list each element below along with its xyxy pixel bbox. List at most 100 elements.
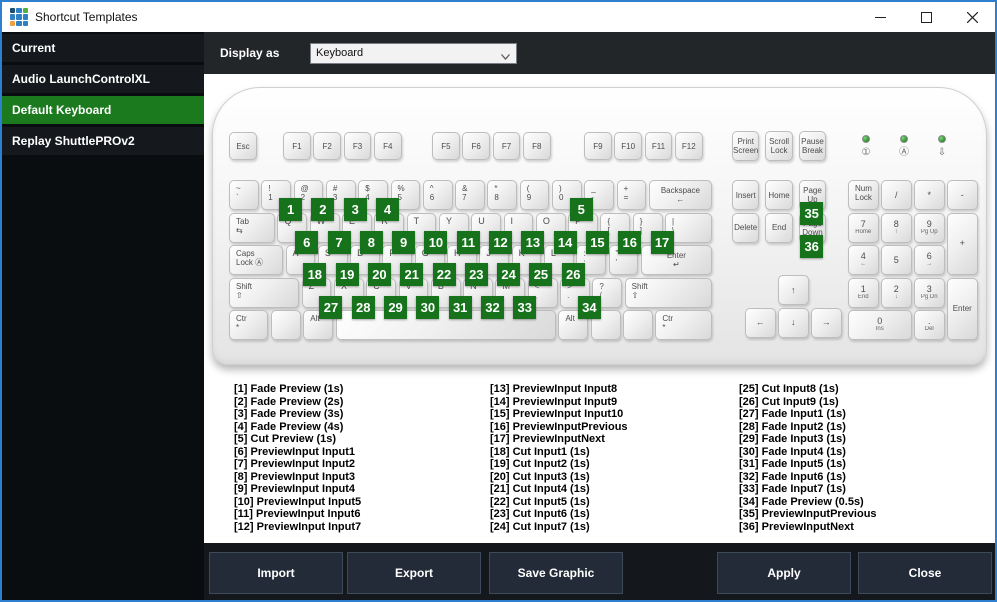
key-label: ⇆: [236, 225, 243, 235]
key-sublabel: →: [926, 261, 933, 267]
key-label: %: [397, 184, 405, 193]
logo-tile: [22, 8, 28, 14]
key-label: Ctr: [236, 314, 247, 323]
display-as-select[interactable]: Keyboard: [310, 42, 517, 64]
keyboard-key-f9: F9: [584, 132, 612, 160]
toolbar: Display as Keyboard: [204, 32, 995, 74]
shortcut-number-badge: 13: [521, 230, 545, 254]
logo-tile: [16, 20, 22, 26]
key-label: 9: [526, 193, 532, 202]
key-label: 5: [397, 193, 402, 202]
maximize-icon: [920, 11, 932, 23]
sidebar-item-default-keyboard[interactable]: Default Keyboard: [2, 96, 204, 124]
keyboard-key-tab: Tab ⇆: [229, 212, 275, 243]
close-button[interactable]: Close: [858, 552, 992, 594]
minimize-button[interactable]: [857, 2, 903, 32]
key-label: Insert: [735, 190, 756, 200]
save-graphic-button[interactable]: Save Graphic: [489, 552, 623, 594]
shortcut-entry: [27] Fade Input1 (1s): [739, 408, 846, 420]
key-label: F10: [621, 141, 636, 151]
keyboard-key-backspace: Backspace ←: [648, 180, 712, 210]
key-label: _: [591, 184, 596, 193]
key-label: 1: [860, 283, 866, 294]
key-label: Lock: [855, 193, 872, 202]
shortcut-list-column-2: [13] PreviewInput Input8 [14] PreviewInpu…: [490, 383, 628, 533]
template-preview-panel: Esc F1 F2 F3 F4 F5 F6 F7 F8 F9 F10 F11 F12 Print Scree…: [204, 74, 995, 543]
window-controls: [857, 2, 995, 32]
sidebar-item-replay-shuttleprov2[interactable]: Replay ShuttlePROv2: [2, 127, 204, 155]
key-sublabel: Pg Up: [920, 228, 938, 235]
shortcut-entry: [5] Cut Preview (1s): [234, 433, 337, 445]
led-glyph-icon: ①: [861, 147, 871, 158]
shortcut-number-badge: 12: [489, 230, 513, 254]
key-label: (: [526, 184, 530, 193]
key-label: +: [959, 238, 965, 249]
key-label: 7: [860, 218, 866, 229]
shortcut-number-badge: 25: [529, 263, 553, 286]
shortcut-number-badge: 14: [553, 230, 577, 254]
key-sublabel: Home: [855, 228, 872, 235]
keyboard-key-esc: Esc: [229, 132, 257, 160]
key-label: →: [821, 317, 831, 327]
shortcut-entry: [31] Fade Input5 (1s): [739, 458, 846, 470]
shortcut-entry: [21] Cut Input4 (1s): [490, 483, 590, 495]
shortcut-list-column-1: [1] Fade Preview (1s) [2] Fade Preview (2…: [234, 383, 361, 533]
keyboard-key-7: 7 Home: [848, 212, 879, 243]
shortcut-number-badge: 21: [400, 263, 424, 286]
shortcut-entry: [14] PreviewInput Input9: [490, 395, 618, 408]
maximize-button[interactable]: [903, 2, 949, 32]
keyboard-key-blank: ) 0 5: [552, 180, 593, 221]
shortcut-number-badge: 36: [800, 234, 824, 258]
key-label: F4: [383, 141, 393, 151]
key-label: \: [672, 226, 709, 235]
window-title: Shortcut Templates: [35, 10, 138, 24]
close-button[interactable]: [949, 2, 995, 32]
shortcut-number-badge: 32: [480, 295, 504, 319]
sidebar-item-current[interactable]: Current: [2, 34, 204, 62]
key-label: F12: [681, 141, 696, 151]
content: Display as Keyboard Esc F1 F2 F3 F4 F5 F6 F7 F8 F…: [204, 32, 995, 600]
shortcut-number-badge: 9: [392, 230, 416, 254]
sidebar-item-audio-launchcontrolxl[interactable]: Audio LaunchControlXL: [2, 65, 204, 93]
shortcut-number-badge: 10: [424, 230, 448, 254]
shortcut-number-badge: 24: [497, 263, 521, 286]
shortcut-entry: [7] PreviewInput Input2: [234, 458, 356, 470]
logo-tile: [16, 14, 22, 20]
keyboard-key-scroll: Scroll Lock: [765, 131, 793, 161]
logo-tile: [22, 20, 28, 26]
shortcut-number-badge: 33: [513, 295, 537, 319]
keyboard-key-enter: Enter: [947, 277, 978, 340]
key-label: ?: [599, 281, 604, 291]
keyboard-key-delete: Delete: [732, 212, 760, 243]
key-label: /: [894, 189, 898, 200]
key-label: Tab: [236, 216, 249, 226]
apply-button[interactable]: Apply: [717, 552, 851, 594]
import-button[interactable]: Import: [209, 552, 343, 594]
keyboard-key-4: 4 ←: [848, 245, 879, 275]
shortcut-number-badge: 27: [319, 295, 343, 319]
key-sublabel: Del: [924, 326, 934, 332]
key-label: Shift: [631, 281, 648, 291]
key-label: Shift: [236, 281, 253, 291]
key-label: F2: [322, 141, 332, 151]
shortcut-templates-window: Shortcut Templates Current Audio LaunchCo…: [0, 0, 997, 602]
key-label: Print: [737, 137, 754, 146]
keyboard-key-caps: Caps Lock Ⓐ: [229, 245, 284, 275]
keyboard-key-ctr: Ctr *: [229, 310, 269, 340]
key-label: F1: [292, 141, 302, 151]
keyboard-key-blank: ! 1 1: [261, 180, 303, 221]
key-label: Scroll: [769, 137, 790, 146]
key-label: I: [510, 215, 514, 226]
export-button[interactable]: Export: [347, 552, 481, 594]
keyboard-led-indicator: Ⓐ: [896, 135, 912, 158]
shortcut-entry: [25] Cut Input8 (1s): [739, 383, 839, 395]
logo-tile: [16, 8, 22, 14]
keyboard-key-end: End: [765, 212, 793, 243]
key-label: +: [623, 184, 629, 193]
shortcut-number-badge: 15: [585, 230, 609, 254]
keyboard-key-print: Print Screen: [732, 131, 760, 161]
title-bar: Shortcut Templates: [2, 2, 995, 32]
app-logo-icon: [10, 8, 28, 26]
key-sublabel: ←: [860, 261, 867, 267]
key-label: ↵: [673, 260, 680, 269]
